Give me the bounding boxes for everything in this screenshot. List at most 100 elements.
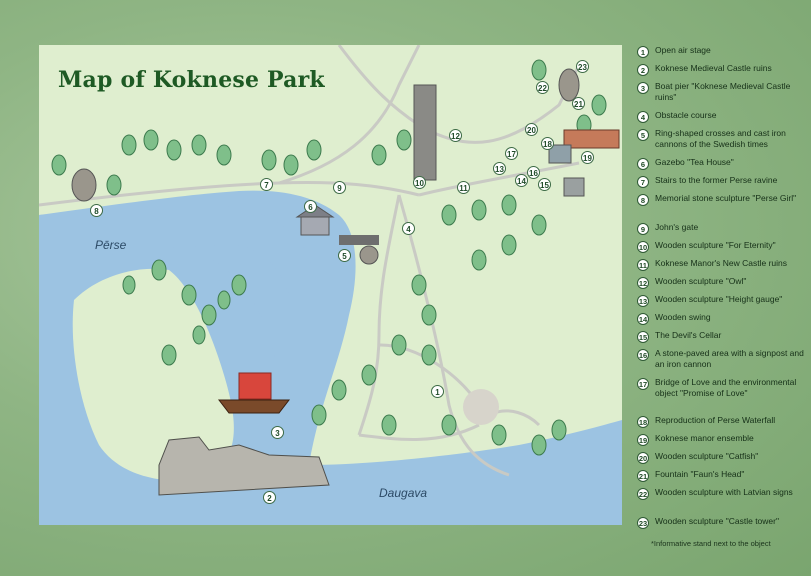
legend-number: 22 (637, 488, 649, 500)
legend-text: Ring-shaped crosses and cast iron cannon… (655, 128, 786, 149)
legend-text: John's gate (655, 222, 699, 232)
legend-number: 20 (637, 452, 649, 464)
legend-number: 6 (637, 158, 649, 170)
map-marker-20[interactable]: 20 (525, 123, 538, 136)
map-marker-14[interactable]: 14 (515, 174, 528, 187)
legend-text: Reproduction of Perse Waterfall (655, 415, 776, 425)
legend-text: Wooden sculpture "Catfish" (655, 451, 759, 461)
map-title: Map of Koknese Park (58, 67, 325, 93)
legend-item-14[interactable]: 14 Wooden swing (637, 312, 807, 330)
legend-item-13[interactable]: 13 Wooden sculpture "Height gauge" (637, 294, 807, 312)
legend-number: 9 (637, 223, 649, 235)
map-marker-21[interactable]: 21 (572, 97, 585, 110)
legend-text: Koknese Medieval Castle ruins (655, 63, 772, 73)
map-marker-7[interactable]: 7 (260, 178, 273, 191)
legend-number: 23 (637, 517, 649, 529)
legend-item-1[interactable]: 1 Open air stage (637, 45, 807, 63)
legend-text: Wooden sculpture "For Eternity" (655, 240, 776, 250)
legend-number: 17 (637, 378, 649, 390)
legend-item-21[interactable]: 21 Fountain "Faun's Head" (637, 469, 807, 487)
map-marker-4[interactable]: 4 (402, 222, 415, 235)
legend-number: 21 (637, 470, 649, 482)
legend-item-9[interactable]: 9 John's gate (637, 222, 807, 240)
legend-number: 13 (637, 295, 649, 307)
legend-number: 15 (637, 331, 649, 343)
map-marker-3[interactable]: 3 (271, 426, 284, 439)
legend-number: 2 (637, 64, 649, 76)
legend-text: Wooden swing (655, 312, 711, 322)
map-marker-13[interactable]: 13 (493, 162, 506, 175)
legend-list: 1 Open air stage 2 Koknese Medieval Castle… (637, 45, 807, 534)
map-marker-6[interactable]: 6 (304, 200, 317, 213)
legend-item-11[interactable]: 11 Koknese Manor's New Castle ruins (637, 258, 807, 276)
map-marker-19[interactable]: 19 (581, 151, 594, 164)
map-marker-2[interactable]: 2 (263, 491, 276, 504)
legend-item-18[interactable]: 18 Reproduction of Perse Waterfall (637, 415, 807, 433)
legend-item-6[interactable]: 6 Gazebo "Tea House" (637, 157, 807, 175)
legend-text: Obstacle course (655, 110, 717, 120)
legend-item-17[interactable]: 17 Bridge of Love and the environmental o… (637, 377, 807, 415)
map-marker-16[interactable]: 16 (527, 166, 540, 179)
legend-text: Boat pier "Koknese Medieval Castle ruins… (655, 81, 791, 102)
perse-label: Pērse (95, 238, 127, 252)
map-marker-18[interactable]: 18 (541, 137, 554, 150)
legend-number: 1 (637, 46, 649, 58)
legend-number: 12 (637, 277, 649, 289)
legend-number: 4 (637, 111, 649, 123)
legend-text: Wooden sculpture "Owl" (655, 276, 747, 286)
map-marker-17[interactable]: 17 (505, 147, 518, 160)
legend-number: 3 (637, 82, 649, 94)
legend-item-16[interactable]: 16 A stone-paved area with a signpost and… (637, 348, 807, 377)
legend-item-10[interactable]: 10 Wooden sculpture "For Eternity" (637, 240, 807, 258)
legend-number: 18 (637, 416, 649, 428)
legend-number: 11 (637, 259, 649, 271)
legend-item-2[interactable]: 2 Koknese Medieval Castle ruins (637, 63, 807, 81)
daugava-label: Daugava (379, 486, 428, 500)
stage-circle (463, 389, 499, 425)
map-canvas (39, 45, 622, 525)
legend-text: Gazebo "Tea House" (655, 157, 734, 167)
map-marker-10[interactable]: 10 (413, 176, 426, 189)
legend-number: 8 (637, 194, 649, 206)
map-marker-15[interactable]: 15 (538, 178, 551, 191)
legend-text: Memorial stone sculpture "Perse Girl" (655, 193, 797, 203)
legend-text: The Devil's Cellar (655, 330, 722, 340)
map-marker-9[interactable]: 9 (333, 181, 346, 194)
legend-text: Koknese Manor's New Castle ruins (655, 258, 788, 268)
legend-text: Koknese manor ensemble (655, 433, 754, 443)
legend-item-22[interactable]: 22 Wooden sculpture with Latvian signs (637, 487, 807, 516)
legend-text: Open air stage (655, 45, 711, 55)
map-marker-12[interactable]: 12 (449, 129, 462, 142)
legend-item-19[interactable]: 19 Koknese manor ensemble (637, 433, 807, 451)
map-marker-11[interactable]: 11 (457, 181, 470, 194)
footnote: *Informative stand next to the object (651, 539, 771, 548)
map-marker-5[interactable]: 5 (338, 249, 351, 262)
legend-text: Wooden sculpture "Castle tower" (655, 516, 779, 526)
legend-text: Fountain "Faun's Head" (655, 469, 745, 479)
park-map[interactable]: Map of Koknese Park Pērse Daugava 1 2 3 … (39, 45, 622, 525)
legend-text: Bridge of Love and the environmental obj… (655, 377, 797, 398)
legend-number: 10 (637, 241, 649, 253)
map-marker-23[interactable]: 23 (576, 60, 589, 73)
map-marker-22[interactable]: 22 (536, 81, 549, 94)
legend-number: 19 (637, 434, 649, 446)
legend-item-12[interactable]: 12 Wooden sculpture "Owl" (637, 276, 807, 294)
legend-number: 16 (637, 349, 649, 361)
manor-building (563, 129, 620, 149)
tower-sculpture (413, 84, 437, 181)
legend-item-8[interactable]: 8 Memorial stone sculpture "Perse Girl" (637, 193, 807, 222)
legend-item-20[interactable]: 20 Wooden sculpture "Catfish" (637, 451, 807, 469)
map-marker-1[interactable]: 1 (431, 385, 444, 398)
map-marker-8[interactable]: 8 (90, 204, 103, 217)
legend-item-15[interactable]: 15 The Devil's Cellar (637, 330, 807, 348)
legend-text: Wooden sculpture with Latvian signs (655, 487, 793, 497)
legend-text: A stone-paved area with a signpost and a… (655, 348, 804, 369)
legend-item-4[interactable]: 4 Obstacle course (637, 110, 807, 128)
legend-text: Stairs to the former Perse ravine (655, 175, 778, 185)
legend-item-23[interactable]: 23 Wooden sculpture "Castle tower" (637, 516, 807, 534)
legend-item-3[interactable]: 3 Boat pier "Koknese Medieval Castle ruin… (637, 81, 807, 110)
legend-text: Wooden sculpture "Height gauge" (655, 294, 783, 304)
legend-item-7[interactable]: 7 Stairs to the former Perse ravine (637, 175, 807, 193)
legend-number: 5 (637, 129, 649, 141)
legend-item-5[interactable]: 5 Ring-shaped crosses and cast iron canno… (637, 128, 807, 157)
